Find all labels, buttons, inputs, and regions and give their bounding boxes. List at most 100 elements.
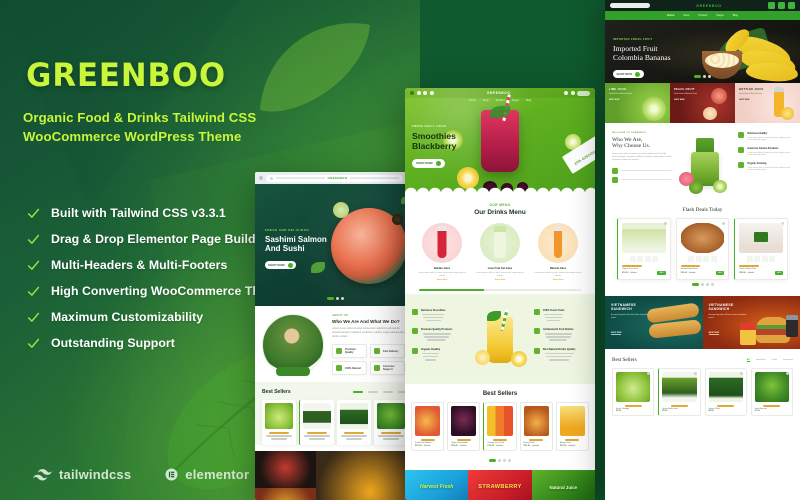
hero-cta-button[interactable]: SHOP NOW (412, 158, 445, 168)
main-nav[interactable]: Home Shop Product Pages Blog (605, 11, 800, 20)
product-card[interactable] (299, 400, 334, 445)
product-card[interactable]: Green Bottle Juice $9.00 (658, 368, 701, 417)
about-feature-card[interactable]: Customer Support (369, 361, 405, 375)
slider-dot[interactable] (708, 75, 711, 78)
slider-dot[interactable] (705, 283, 709, 287)
footer-banner[interactable]: Natural Juice (531, 470, 595, 500)
product-card[interactable]: Honey Drink $12.00 $16.00 (519, 402, 553, 452)
product-card[interactable]: Orange Juice Pack $15.00 $20.00 (483, 402, 517, 452)
hero-slider-dots[interactable] (605, 72, 800, 82)
slider-dot[interactable] (700, 283, 704, 287)
nav-item[interactable]: Blog (526, 99, 531, 102)
nav-item[interactable]: Shop (483, 99, 489, 102)
cart-button[interactable] (577, 90, 590, 96)
nav-item[interactable]: Home (667, 14, 674, 17)
slider-dot[interactable] (340, 297, 344, 300)
slider-dot[interactable] (498, 459, 501, 463)
user-icon[interactable] (777, 2, 785, 9)
topbar-left-icons[interactable] (410, 91, 434, 95)
category-card[interactable]: BOTTLED JUICE Fresh Fruit of Natural Tas… (735, 83, 800, 123)
twitter-icon[interactable] (423, 91, 427, 95)
topbar-actions[interactable] (767, 2, 795, 9)
screenshot-sashimi-homepage[interactable]: GREENBOO FRESH AND DELICIOUS Sashimi Sal… (255, 172, 415, 500)
nav-item[interactable]: Shop (683, 14, 689, 17)
tab-vegetables[interactable]: Vegetables (756, 359, 766, 362)
wishlist-icon[interactable] (739, 372, 743, 376)
menu-item-link[interactable]: Shop Now (418, 279, 466, 281)
product-card[interactable]: Mango Juice $14.00 $19.00 (555, 402, 590, 452)
nav-item[interactable]: Product (496, 99, 505, 102)
menu-card[interactable]: Natural Juice Lorem ipsum dolor sit amet… (534, 223, 582, 281)
nav-item[interactable]: Home (469, 99, 476, 102)
bestsellers-tabs[interactable] (353, 391, 408, 393)
tab-beverages[interactable]: Beverages (783, 359, 793, 362)
wishlist-icon[interactable] (722, 222, 726, 225)
slider-dot[interactable] (508, 459, 511, 463)
product-card[interactable] (262, 400, 296, 445)
nav-item[interactable]: Blog (733, 14, 738, 17)
wishlist-icon[interactable] (663, 222, 667, 225)
screenshot-smoothies-homepage[interactable]: GREENBOO Home Shop Product Pages Blog 20… (405, 88, 595, 500)
deal-card[interactable]: Fresh Chicken Pack $22.00 $30.00 SALE (734, 218, 789, 281)
banner-cta[interactable]: SHOP NOW (611, 332, 622, 336)
product-card[interactable]: Fresh Broccoli $7.00 (750, 368, 793, 417)
bestsellers-tabs[interactable]: All Vegetables Fruits Beverages (746, 359, 793, 362)
product-card[interactable]: Fresh Cabbage $6.00 (612, 368, 655, 417)
sandwich-banner[interactable]: VIETNAMESE SANDWICH A crispy baguette wi… (702, 296, 800, 350)
nav-item[interactable]: Pages (512, 99, 519, 102)
product-card[interactable] (374, 400, 408, 445)
tab[interactable] (383, 391, 393, 393)
category-link[interactable]: SHOP NOW (739, 99, 796, 101)
deal-card[interactable]: Smoked Ham Roast $32.00 $40.00 SALE (675, 218, 730, 281)
nav-item[interactable]: Pages (716, 14, 723, 17)
facebook-icon[interactable] (416, 91, 421, 95)
user-icon[interactable] (570, 91, 575, 95)
slider-dot[interactable] (703, 75, 706, 78)
category-card[interactable]: PEACH FRUIT Fresh Fruit of Natural Taste… (670, 83, 735, 123)
hero-cta-button[interactable]: SHOP NOW (265, 261, 296, 269)
main-nav[interactable]: Home Shop Product Pages Blog (405, 98, 595, 102)
tab-active[interactable] (353, 391, 363, 393)
slider-dot[interactable] (710, 283, 714, 287)
about-feature-card[interactable]: Premium Quality (332, 344, 367, 358)
tab[interactable] (368, 391, 378, 393)
slider-dot-active[interactable] (694, 75, 701, 78)
deal-card[interactable]: Organic Fruit Juice $18.00 $25.00 SALE (617, 218, 671, 281)
hero-slider-dots[interactable] (255, 294, 415, 304)
slider-dot[interactable] (503, 459, 506, 463)
sandwich-banner[interactable]: VIETNAMESE SANDWICH A crispy baguette wi… (605, 296, 703, 350)
category-card[interactable]: LIME JUICE Fresh Fruit of Natural Taste … (605, 83, 670, 123)
slider-dot-active[interactable] (489, 459, 496, 463)
tab-all[interactable]: All (746, 359, 750, 362)
nav-item[interactable]: Product (698, 14, 707, 17)
slider-dot[interactable] (335, 297, 339, 300)
product-card[interactable]: Grape Juice Bottle $18.00 $24.00 (447, 402, 481, 452)
about-feature-card[interactable]: Fast Delivery (369, 344, 405, 358)
topbar-right-icons[interactable] (564, 90, 590, 96)
menu-card[interactable]: Bubble Juice Lorem ipsum dolor sit amet … (418, 223, 466, 281)
about-feature-card[interactable]: 100% Natural (332, 361, 367, 375)
search-input[interactable] (610, 3, 650, 8)
wishlist-icon[interactable] (767, 2, 775, 9)
deals-slider-dots[interactable] (605, 280, 800, 290)
browser-back-icon[interactable] (259, 176, 263, 180)
menu-card[interactable]: Lime Fruit Fat Juice Lorem ipsum dolor s… (476, 223, 524, 281)
menu-item-link[interactable]: Shop Now (476, 279, 524, 281)
screenshot-bananas-homepage[interactable]: GREENBOO Home Shop Product Pages Blog IM… (605, 0, 800, 500)
product-card[interactable]: Fresh Fruit Basket $21.00 $28.00 (411, 402, 445, 452)
menu-icon[interactable] (410, 91, 414, 95)
product-card[interactable] (337, 400, 371, 445)
banner-cta[interactable]: SHOP NOW (708, 332, 719, 336)
instagram-icon[interactable] (429, 91, 434, 95)
slider-dot-active[interactable] (691, 283, 699, 287)
bestsellers-slider-dots[interactable] (405, 456, 595, 466)
wishlist-icon[interactable] (693, 372, 697, 376)
product-card[interactable]: Spinach Pack $4.50 (704, 368, 747, 417)
tab-fruits[interactable]: Fruits (772, 359, 777, 362)
footer-banner[interactable]: STRAWBERRY (468, 470, 532, 500)
search-icon[interactable] (564, 91, 568, 95)
menu-item-link[interactable]: Shop Now (534, 279, 582, 281)
browser-address-bar[interactable]: GREENBOO (266, 174, 403, 182)
footer-banner[interactable]: Harvest Fresh (405, 470, 469, 500)
slider-dot-active[interactable] (326, 297, 334, 300)
